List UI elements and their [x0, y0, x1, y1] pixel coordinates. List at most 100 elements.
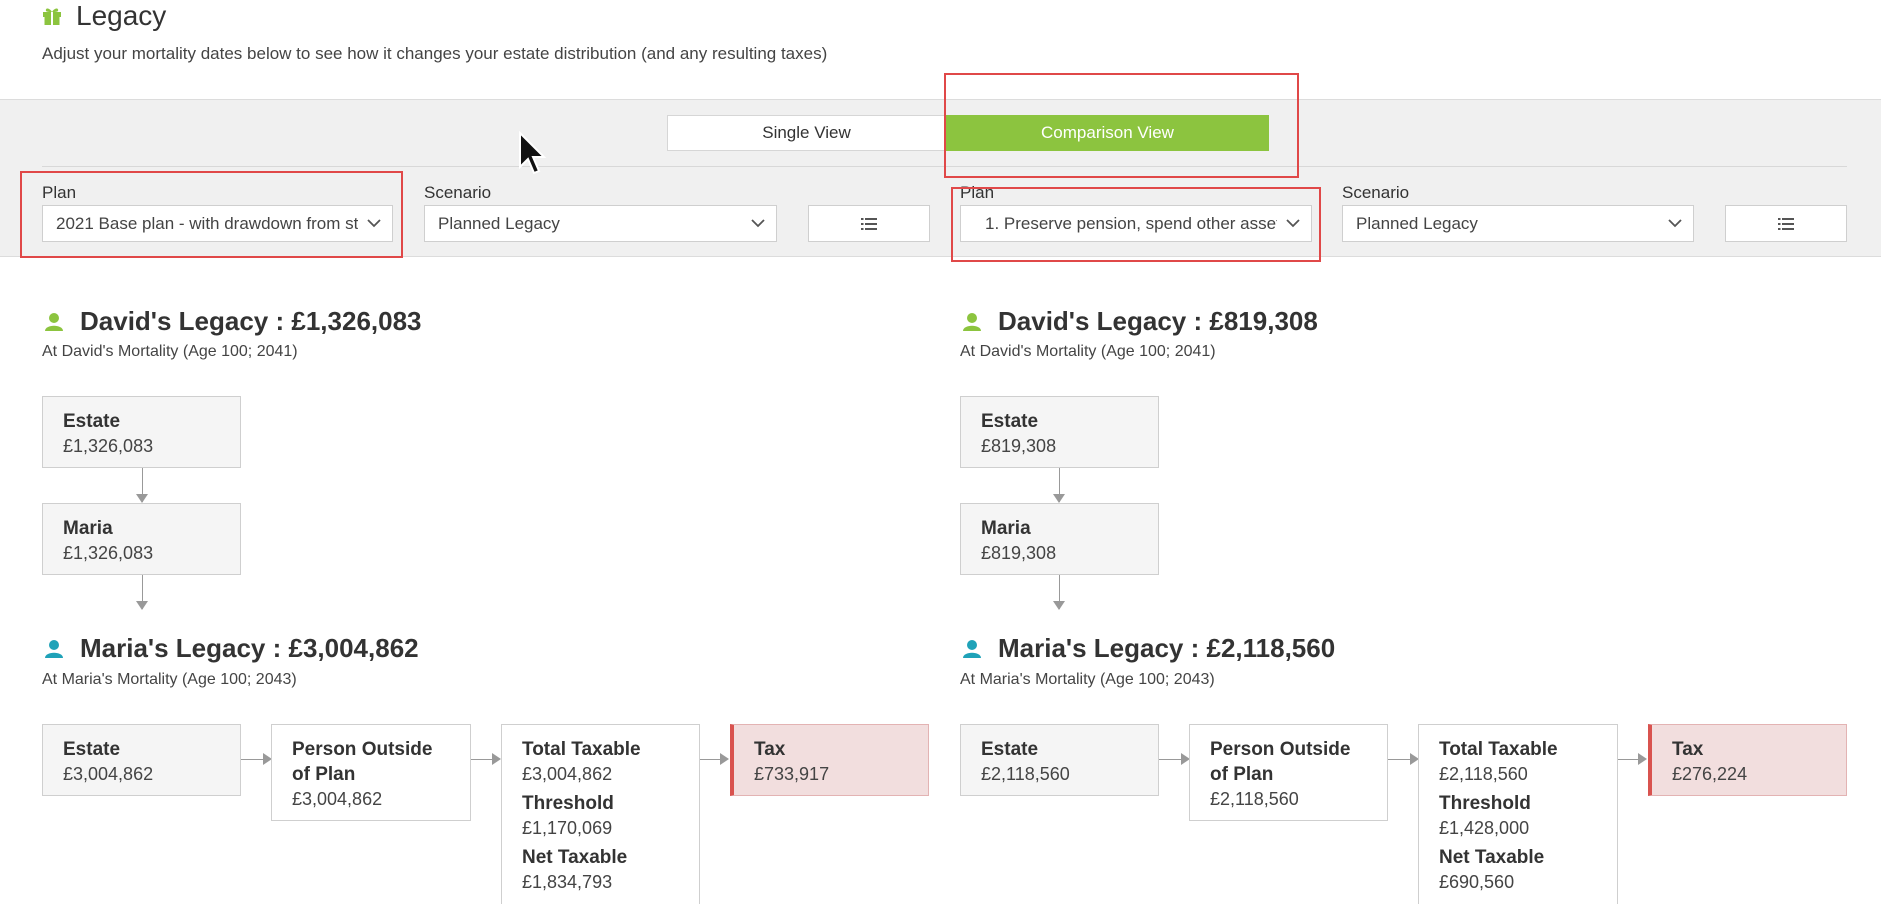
box-value: £1,834,793 [522, 872, 613, 892]
right-maria-box: Maria £819,308 [960, 503, 1159, 575]
left-scenario-select[interactable]: Planned Legacy [424, 205, 777, 242]
page-subtitle: Adjust your mortality dates below to see… [42, 44, 828, 63]
box-value: £2,118,560 [1210, 789, 1299, 809]
left-maria-legacy-subtitle: At Maria's Mortality (Age 100; 2043) [42, 671, 297, 688]
box-label: Tax [754, 739, 786, 760]
left-plan-value: 2021 Base plan - with drawdown from sta [56, 213, 358, 233]
box-label: Estate [981, 411, 1039, 432]
left-david-estate-box: Estate £1,326,083 [42, 396, 241, 468]
box-value: £1,326,083 [63, 436, 154, 456]
box-value: £733,917 [754, 764, 830, 784]
left-david-legacy-header: David's Legacy : £1,326,083 [44, 306, 422, 337]
right-taxable-box: Total Taxable £2,118,560 Threshold £1,42… [1418, 724, 1618, 904]
box-value: £276,224 [1672, 764, 1748, 784]
box-label: Threshold [522, 793, 614, 814]
left-person-outside-box: Person Outside of Plan £3,004,862 [271, 724, 471, 821]
right-person-outside-box: Person Outside of Plan £2,118,560 [1189, 724, 1388, 821]
right-maria-legacy-header: Maria's Legacy : £2,118,560 [962, 633, 1335, 664]
box-label: Estate [63, 411, 121, 432]
connector-line [700, 759, 722, 760]
arrow-down-icon [136, 601, 148, 610]
page-header: Legacy Adjust your mortality dates below… [0, 0, 1881, 98]
box-label: Tax [1672, 739, 1704, 760]
box-label: Person Outside of Plan [292, 739, 433, 785]
box-value: £1,326,083 [63, 543, 154, 563]
left-list-button[interactable] [808, 205, 930, 242]
box-label: Person Outside of Plan [1210, 739, 1351, 785]
arrow-down-icon [1053, 601, 1065, 610]
connector-line [241, 759, 265, 760]
arrow-right-icon [720, 753, 729, 765]
mouse-cursor-icon [519, 131, 547, 175]
box-value: £819,308 [981, 436, 1057, 456]
list-icon [1778, 217, 1794, 230]
arrow-down-icon [1053, 494, 1065, 503]
box-value: £819,308 [981, 543, 1057, 563]
box-value: £3,004,862 [522, 764, 613, 784]
connector-line [1159, 759, 1183, 760]
box-label: Threshold [1439, 793, 1531, 814]
band-divider [42, 166, 1847, 167]
left-maria-legacy-header: Maria's Legacy : £3,004,862 [44, 633, 419, 664]
right-maria-estate-box: Estate £2,118,560 [960, 724, 1159, 796]
title-row: Legacy [42, 0, 166, 32]
box-value: £3,004,862 [292, 789, 383, 809]
right-plan-select[interactable]: 1. Preserve pension, spend other assets [960, 205, 1312, 242]
arrow-right-icon [1638, 753, 1647, 765]
page-title: Legacy [76, 0, 167, 31]
chevron-down-icon [1668, 219, 1682, 228]
gift-icon [43, 8, 61, 25]
left-scenario-label: Scenario [424, 183, 492, 202]
box-label: Estate [981, 739, 1039, 760]
left-plan-label: Plan [42, 183, 77, 202]
right-david-legacy-title: David's Legacy : £819,308 [998, 306, 1318, 336]
right-scenario-label: Scenario [1342, 183, 1410, 202]
left-scenario-value: Planned Legacy [438, 213, 560, 233]
box-value: £1,170,069 [522, 818, 613, 838]
box-label: Net Taxable [522, 847, 628, 868]
left-maria-box: Maria £1,326,083 [42, 503, 241, 575]
connector-line [1388, 759, 1412, 760]
person-icon [45, 312, 63, 331]
right-scenario-value: Planned Legacy [1356, 213, 1478, 233]
right-maria-legacy-title: Maria's Legacy : £2,118,560 [998, 633, 1336, 663]
legacy-page: Legacy Adjust your mortality dates below… [0, 0, 1881, 904]
connector-line [1618, 759, 1640, 760]
left-tax-box: Tax £733,917 [730, 724, 929, 796]
right-david-legacy-header: David's Legacy : £819,308 [962, 306, 1318, 337]
box-value: £690,560 [1439, 872, 1515, 892]
right-plan-value: 1. Preserve pension, spend other assets [985, 213, 1277, 233]
comparison-view-button[interactable]: Comparison View [946, 115, 1269, 151]
left-taxable-box: Total Taxable £3,004,862 Threshold £1,17… [501, 724, 700, 904]
person-icon [963, 639, 981, 658]
box-label: Total Taxable [1439, 739, 1558, 760]
box-label: Maria [63, 518, 113, 539]
right-list-button[interactable] [1725, 205, 1847, 242]
box-value: £3,004,862 [63, 764, 154, 784]
chevron-down-icon [367, 219, 381, 228]
box-value: £2,118,560 [1439, 764, 1528, 784]
chevron-down-icon [751, 219, 765, 228]
right-maria-legacy-subtitle: At Maria's Mortality (Age 100; 2043) [960, 671, 1215, 688]
chevron-down-icon [1286, 219, 1300, 228]
left-maria-estate-box: Estate £3,004,862 [42, 724, 241, 796]
right-tax-box: Tax £276,224 [1648, 724, 1847, 796]
right-scenario-select[interactable]: Planned Legacy [1342, 205, 1694, 242]
box-label: Maria [981, 518, 1031, 539]
right-plan-label: Plan [960, 183, 995, 202]
single-view-button[interactable]: Single View [667, 115, 946, 151]
left-maria-legacy-title: Maria's Legacy : £3,004,862 [80, 633, 419, 663]
box-label: Total Taxable [522, 739, 641, 760]
box-value: £2,118,560 [981, 764, 1070, 784]
left-david-legacy-title: David's Legacy : £1,326,083 [80, 306, 422, 336]
left-david-legacy-subtitle: At David's Mortality (Age 100; 2041) [42, 343, 298, 360]
person-icon [963, 312, 981, 331]
arrow-down-icon [136, 494, 148, 503]
box-label: Net Taxable [1439, 847, 1545, 868]
person-icon [45, 639, 63, 658]
right-david-estate-box: Estate £819,308 [960, 396, 1159, 468]
right-david-legacy-subtitle: At David's Mortality (Age 100; 2041) [960, 343, 1216, 360]
arrow-right-icon [492, 753, 501, 765]
box-label: Estate [63, 739, 121, 760]
left-plan-select[interactable]: 2021 Base plan - with drawdown from sta [42, 205, 393, 242]
